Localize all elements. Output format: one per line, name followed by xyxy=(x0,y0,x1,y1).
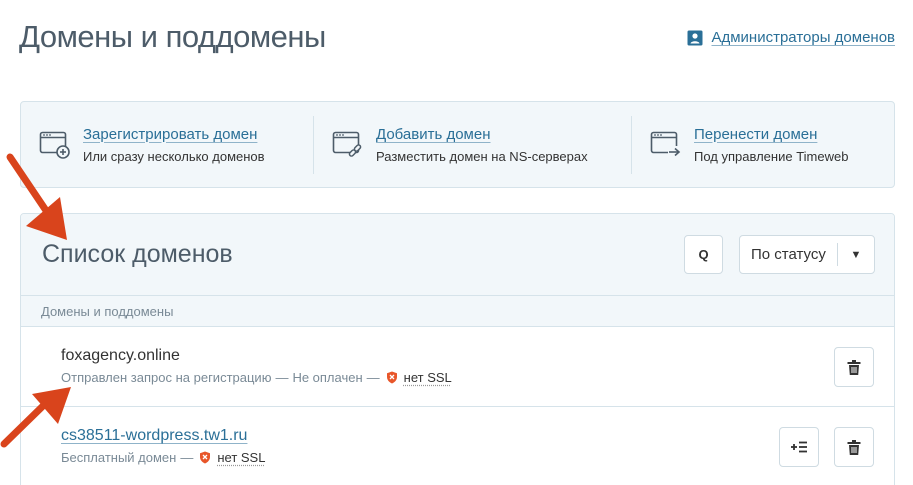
separator-dash: — xyxy=(180,450,194,465)
delete-domain-button[interactable] xyxy=(834,347,874,387)
trash-icon xyxy=(847,439,861,455)
domain-name-link[interactable]: cs38511-wordpress.tw1.ru xyxy=(61,427,247,445)
chevron-down-icon: ▼ xyxy=(837,243,874,266)
search-icon: Q xyxy=(698,247,709,262)
domain-status-line: Бесплатный домен — нет SSL xyxy=(61,450,265,465)
ssl-status-link[interactable]: нет SSL xyxy=(217,450,265,465)
trash-icon xyxy=(847,359,861,375)
domain-row: cs38511-wordpress.tw1.ru Бесплатный доме… xyxy=(21,407,894,485)
register-domain-link[interactable]: Зарегистрировать домен xyxy=(83,126,265,143)
add-domain-link[interactable]: Добавить домен xyxy=(376,126,588,143)
browser-plus-icon xyxy=(39,131,70,159)
domain-row: foxagency.online Отправлен запрос на рег… xyxy=(21,327,894,407)
transfer-domain-link[interactable]: Перенести домен xyxy=(694,126,848,143)
domain-list-title: Список доменов xyxy=(42,240,233,268)
domain-group-header: Домены и поддомены xyxy=(21,296,894,327)
domain-name: foxagency.online xyxy=(61,347,180,364)
person-card-icon xyxy=(687,30,703,45)
browser-transfer-icon xyxy=(650,131,681,158)
page-title: Домены и поддомены xyxy=(19,19,326,54)
add-list-icon xyxy=(791,441,807,453)
domain-status: Отправлен запрос на регистрацию xyxy=(61,370,272,385)
add-subdomain-button[interactable] xyxy=(779,427,819,467)
register-domain-action[interactable]: Зарегистрировать домен Или сразу несколь… xyxy=(21,102,313,187)
transfer-domain-subtitle: Под управление Timeweb xyxy=(694,148,849,164)
status-filter-select[interactable]: По статусу ▼ xyxy=(739,235,875,274)
shield-warning-icon xyxy=(200,451,211,464)
add-domain-action[interactable]: Добавить домен Разместить домен на NS-се… xyxy=(314,102,631,187)
payment-status: Не оплачен xyxy=(292,370,363,385)
domain-status-line: Отправлен запрос на регистрацию — Не опл… xyxy=(61,370,452,385)
separator-dash: — xyxy=(366,370,380,385)
search-button[interactable]: Q xyxy=(684,235,723,274)
shield-warning-icon xyxy=(386,371,397,384)
domain-list-header: Список доменов Q По статусу ▼ xyxy=(21,214,894,296)
separator-dash: — xyxy=(275,370,289,385)
delete-domain-button[interactable] xyxy=(834,427,874,467)
browser-link-icon xyxy=(332,131,362,157)
ssl-status-link[interactable]: нет SSL xyxy=(404,370,452,385)
domain-actions-panel: Зарегистрировать домен Или сразу несколь… xyxy=(20,101,895,188)
status-filter-value: По статусу xyxy=(751,246,826,263)
register-domain-subtitle: Или сразу несколько доменов xyxy=(83,148,265,164)
domain-list: Список доменов Q По статусу ▼ Домены и п… xyxy=(20,213,895,485)
transfer-domain-action[interactable]: Перенести домен Под управление Timeweb xyxy=(632,102,894,187)
domain-status: Бесплатный домен xyxy=(61,450,177,465)
add-domain-subtitle: Разместить домен на NS-серверах xyxy=(376,148,588,164)
domain-admins-link[interactable]: Администраторы доменов xyxy=(687,29,895,46)
domain-admins-link-label[interactable]: Администраторы доменов xyxy=(711,29,895,46)
